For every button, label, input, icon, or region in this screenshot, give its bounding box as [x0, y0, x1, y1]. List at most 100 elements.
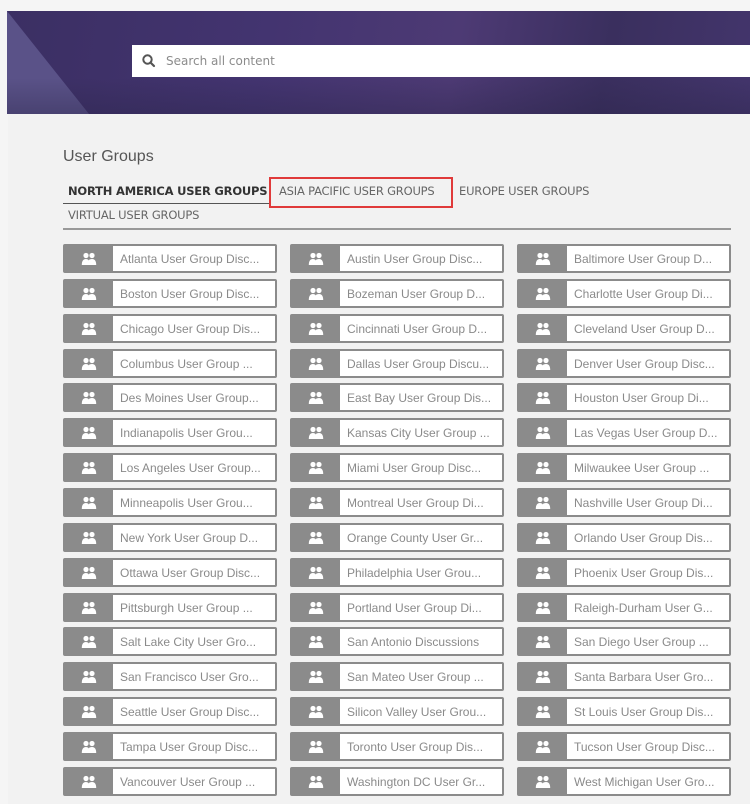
user-group-card[interactable]: Silicon Valley User Grou... [290, 697, 504, 726]
user-group-card[interactable]: Ottawa User Group Disc... [63, 558, 277, 587]
highlight-box [269, 177, 453, 208]
users-icon [519, 734, 567, 759]
user-group-label: Santa Barbara User Gro... [574, 669, 714, 684]
user-group-label: Seattle User Group Disc... [120, 704, 260, 719]
users-icon [519, 385, 567, 410]
user-group-card[interactable]: Milwaukee User Group ... [517, 453, 731, 482]
user-group-label: Tucson User Group Disc... [574, 739, 715, 754]
user-group-card[interactable]: Santa Barbara User Gro... [517, 662, 731, 691]
user-group-card[interactable]: Seattle User Group Disc... [63, 697, 277, 726]
users-icon [519, 281, 567, 306]
user-group-card[interactable]: Austin User Group Disc... [290, 244, 504, 273]
user-group-card[interactable]: Columbus User Group ... [63, 349, 277, 378]
users-icon [292, 699, 340, 724]
user-group-card[interactable]: Raleigh-Durham User G... [517, 593, 731, 622]
user-group-card[interactable]: Pittsburgh User Group ... [63, 593, 277, 622]
user-group-label: Milwaukee User Group ... [574, 460, 710, 475]
users-icon [65, 490, 113, 515]
tab-north-america[interactable]: NORTH AMERICA USER GROUPS [68, 184, 268, 198]
tab-virtual[interactable]: VIRTUAL USER GROUPS [68, 208, 199, 222]
user-group-card[interactable]: East Bay User Group Dis... [290, 383, 504, 412]
user-group-label: West Michigan User Gro... [574, 774, 715, 789]
user-group-card[interactable]: Indianapolis User Grou... [63, 418, 277, 447]
search-icon [141, 53, 157, 69]
user-group-card[interactable]: New York User Group D... [63, 523, 277, 552]
user-group-card[interactable]: Cleveland User Group D... [517, 314, 731, 343]
user-group-label: Atlanta User Group Disc... [120, 251, 260, 266]
user-group-card[interactable]: San Francisco User Gro... [63, 662, 277, 691]
users-icon [292, 246, 340, 271]
users-icon [519, 490, 567, 515]
user-group-card[interactable]: Vancouver User Group ... [63, 767, 277, 796]
user-group-card[interactable]: St Louis User Group Dis... [517, 697, 731, 726]
user-group-label: Orlando User Group Dis... [574, 530, 713, 545]
user-group-card[interactable]: San Antonio Discussions [290, 627, 504, 656]
users-icon [519, 595, 567, 620]
page-title: User Groups [63, 148, 154, 165]
user-group-card[interactable]: Kansas City User Group ... [290, 418, 504, 447]
users-icon [292, 316, 340, 341]
users-icon [65, 420, 113, 445]
user-group-label: New York User Group D... [120, 530, 259, 545]
user-group-label: Silicon Valley User Grou... [347, 704, 487, 719]
users-icon [519, 769, 567, 794]
user-group-card[interactable]: Bozeman User Group D... [290, 279, 504, 308]
user-group-card[interactable]: Miami User Group Disc... [290, 453, 504, 482]
user-group-card[interactable]: Boston User Group Disc... [63, 279, 277, 308]
user-group-card[interactable]: Tampa User Group Disc... [63, 732, 277, 761]
user-group-card[interactable]: Orlando User Group Dis... [517, 523, 731, 552]
search-input[interactable] [166, 54, 726, 68]
users-icon [292, 629, 340, 654]
user-group-card[interactable]: San Diego User Group ... [517, 627, 731, 656]
users-icon [65, 664, 113, 689]
users-icon [65, 769, 113, 794]
user-group-card[interactable]: Tucson User Group Disc... [517, 732, 731, 761]
user-group-card[interactable]: Orange County User Gr... [290, 523, 504, 552]
user-group-label: Portland User Group Di... [347, 600, 482, 615]
users-icon [519, 664, 567, 689]
user-group-card[interactable]: Atlanta User Group Disc... [63, 244, 277, 273]
user-group-card[interactable]: Philadelphia User Grou... [290, 558, 504, 587]
user-group-card[interactable]: Cincinnati User Group D... [290, 314, 504, 343]
user-group-label: Montreal User Group Di... [347, 495, 484, 510]
user-group-card[interactable]: Charlotte User Group Di... [517, 279, 731, 308]
search-bar[interactable] [132, 45, 750, 77]
user-group-card[interactable]: Denver User Group Disc... [517, 349, 731, 378]
users-icon [292, 769, 340, 794]
user-group-label: Philadelphia User Grou... [347, 565, 482, 580]
user-group-label: Baltimore User Group D... [574, 251, 713, 266]
users-icon [65, 385, 113, 410]
user-group-card[interactable]: Toronto User Group Dis... [290, 732, 504, 761]
user-group-card[interactable]: Baltimore User Group D... [517, 244, 731, 273]
user-group-card[interactable]: San Mateo User Group ... [290, 662, 504, 691]
user-group-card[interactable]: Los Angeles User Group... [63, 453, 277, 482]
banner-shade [7, 78, 750, 114]
user-group-card[interactable]: Phoenix User Group Dis... [517, 558, 731, 587]
user-group-card[interactable]: Houston User Group Di... [517, 383, 731, 412]
user-group-card[interactable]: West Michigan User Gro... [517, 767, 731, 796]
user-group-card[interactable]: Minneapolis User Grou... [63, 488, 277, 517]
user-group-card[interactable]: Chicago User Group Dis... [63, 314, 277, 343]
user-group-label: Ottawa User Group Disc... [120, 565, 261, 580]
user-group-card[interactable]: Portland User Group Di... [290, 593, 504, 622]
user-group-card[interactable]: Nashville User Group Di... [517, 488, 731, 517]
user-group-label: Raleigh-Durham User G... [574, 600, 713, 615]
user-group-card[interactable]: Salt Lake City User Gro... [63, 627, 277, 656]
tabs-divider [63, 228, 731, 230]
users-icon [519, 351, 567, 376]
user-group-label: Denver User Group Disc... [574, 356, 715, 371]
user-group-label: Chicago User Group Dis... [120, 321, 261, 336]
tab-europe[interactable]: EUROPE USER GROUPS [459, 184, 589, 198]
user-group-card[interactable]: Des Moines User Group... [63, 383, 277, 412]
users-icon [65, 734, 113, 759]
user-group-label: Indianapolis User Grou... [120, 425, 253, 440]
users-icon [519, 525, 567, 550]
users-icon [292, 525, 340, 550]
user-group-label: San Antonio Discussions [347, 634, 480, 649]
user-group-label: Phoenix User Group Dis... [574, 565, 714, 580]
user-group-card[interactable]: Montreal User Group Di... [290, 488, 504, 517]
user-group-label: Des Moines User Group... [120, 390, 259, 405]
user-group-card[interactable]: Las Vegas User Group D... [517, 418, 731, 447]
user-group-card[interactable]: Dallas User Group Discu... [290, 349, 504, 378]
user-group-card[interactable]: Washington DC User Gr... [290, 767, 504, 796]
